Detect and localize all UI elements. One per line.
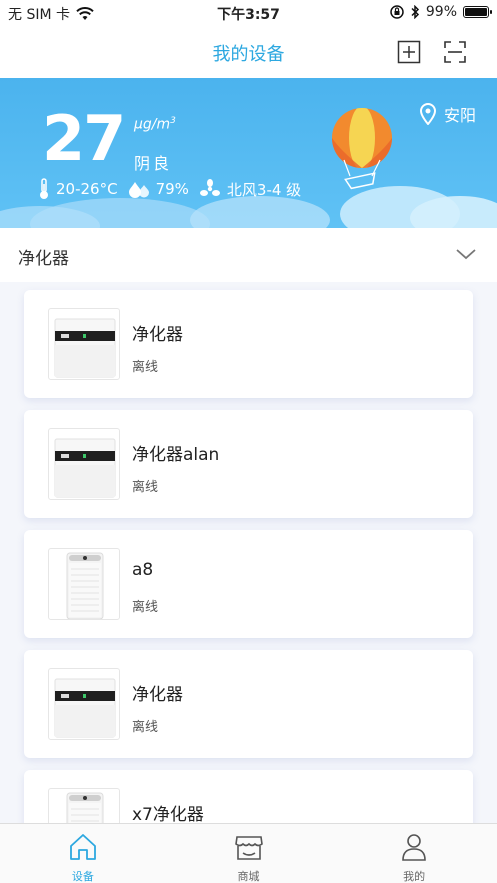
device-card[interactable]: 净化器 离线 xyxy=(24,650,473,758)
temperature-value: 20-26°C xyxy=(56,180,118,198)
device-name: 净化器alan xyxy=(132,445,220,465)
humidity-drops-icon xyxy=(128,182,149,198)
battery-fill xyxy=(465,8,487,16)
air-purifier-image xyxy=(66,552,104,619)
wind-item: 北风3-4 级 xyxy=(199,179,301,200)
rotation-lock-icon xyxy=(390,5,404,19)
thermometer-icon xyxy=(40,178,48,199)
device-status: 离线 xyxy=(132,360,159,375)
device-card[interactable]: 净化器 离线 xyxy=(24,290,473,398)
device-thumbnail xyxy=(48,668,120,740)
tab-label: 设备 xyxy=(71,870,94,883)
battery-icon xyxy=(463,6,492,18)
air-quality-level: 阴良 xyxy=(134,154,173,173)
humidity-item: 79% xyxy=(128,180,189,198)
tab-person[interactable]: 我的 xyxy=(331,824,497,883)
device-card[interactable]: 净化器alan 离线 xyxy=(24,410,473,518)
device-status: 离线 xyxy=(132,600,159,615)
device-thumbnail xyxy=(48,788,120,824)
bluetooth-icon xyxy=(411,5,419,19)
nav-bar: 我的设备 xyxy=(0,26,497,78)
chevron-down-icon[interactable] xyxy=(455,245,477,263)
page-title: 我的设备 xyxy=(212,44,285,65)
tab-bar: 设备 商城 我的 xyxy=(0,823,497,883)
aqi-unit-base: μg/m xyxy=(134,116,171,133)
aqi-unit-sup: 3 xyxy=(170,116,176,126)
store-icon xyxy=(234,832,264,862)
device-thumbnail xyxy=(48,308,120,380)
device-status: 离线 xyxy=(132,480,159,495)
device-card[interactable]: x7净化器 xyxy=(24,770,473,824)
device-thumbnail xyxy=(48,548,120,620)
person-icon xyxy=(399,832,429,862)
device-list: 净化器 离线 净化器alan 离线 a8 离线 净化器 离线 x7净化器 xyxy=(0,284,497,824)
air-purifier-image xyxy=(54,438,116,498)
device-name: x7净化器 xyxy=(132,805,204,824)
add-device-button[interactable] xyxy=(397,40,421,64)
tab-label: 商城 xyxy=(237,870,260,883)
location-pin-icon xyxy=(420,103,436,125)
device-name: 净化器 xyxy=(132,685,183,705)
weather-details: 20-26°C 79% 北风3-4 级 xyxy=(38,178,311,200)
temperature-item: 20-26°C xyxy=(38,178,118,200)
wind-fan-icon xyxy=(199,179,220,196)
aqi-value: 27 xyxy=(42,102,126,175)
device-thumbnail xyxy=(48,428,120,500)
wind-value: 北风3-4 级 xyxy=(226,180,302,199)
tab-home[interactable]: 设备 xyxy=(0,824,166,883)
aqi-unit: μg/m3 xyxy=(134,116,176,133)
device-card[interactable]: a8 离线 xyxy=(24,530,473,638)
humidity-value: 79% xyxy=(155,180,189,198)
scan-button[interactable] xyxy=(443,40,467,64)
device-status: 离线 xyxy=(132,720,159,735)
home-icon xyxy=(68,832,98,862)
tab-label: 我的 xyxy=(403,870,426,883)
device-category-header[interactable]: 净化器 xyxy=(0,228,497,282)
tab-store[interactable]: 商城 xyxy=(166,824,332,883)
device-name: a8 xyxy=(132,560,154,580)
battery-percent: 99% xyxy=(425,4,457,20)
hot-air-balloon-illustration xyxy=(332,108,392,190)
air-purifier-image xyxy=(54,318,116,378)
air-purifier-image xyxy=(66,792,104,824)
air-purifier-image xyxy=(54,678,116,738)
device-category-title: 净化器 xyxy=(18,249,69,269)
weather-banner: 27 μg/m3 阴良 安阳 20-26°C 79% 北风3-4 级 xyxy=(0,78,497,228)
location-selector[interactable]: 安阳 xyxy=(420,102,476,126)
location-label: 安阳 xyxy=(444,106,477,125)
device-name: 净化器 xyxy=(132,325,183,345)
status-bar: 无 SIM 卡 下午3:57 99% xyxy=(0,0,497,26)
status-right: 99% xyxy=(390,4,492,20)
